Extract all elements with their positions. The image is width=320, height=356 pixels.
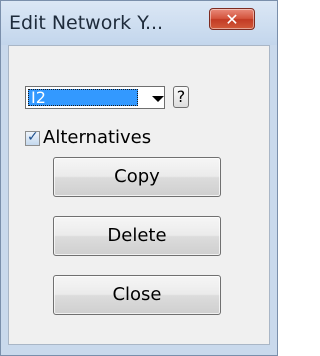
checkmark-icon: ✓ xyxy=(27,129,39,145)
close-button[interactable]: Close xyxy=(53,275,221,315)
chevron-down-icon[interactable] xyxy=(152,96,164,102)
copy-button[interactable]: Copy xyxy=(53,157,221,197)
alternatives-label[interactable]: Alternatives xyxy=(43,127,151,148)
alternatives-checkbox[interactable]: ✓ xyxy=(25,129,40,146)
close-icon: ✕ xyxy=(225,9,239,29)
network-select-value: I2 xyxy=(28,89,138,106)
window-close-button[interactable]: ✕ xyxy=(209,8,255,30)
delete-button[interactable]: Delete xyxy=(53,216,221,256)
network-select[interactable]: I2 xyxy=(25,86,165,109)
help-button[interactable]: ? xyxy=(173,86,189,108)
window-title: Edit Network Y... xyxy=(9,12,164,34)
title-bar[interactable]: Edit Network Y... ✕ xyxy=(1,1,277,45)
